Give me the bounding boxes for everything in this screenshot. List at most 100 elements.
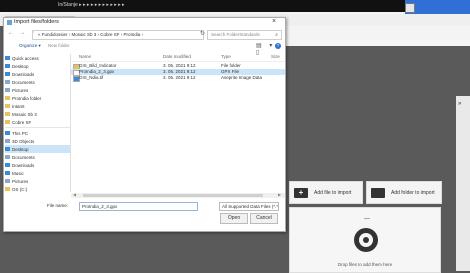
sidebar-item[interactable]: Cobre SF	[5, 118, 71, 126]
folder-icon	[371, 187, 385, 198]
scroll-left-icon[interactable]: ◀	[73, 192, 76, 197]
add-folder-button[interactable]: Add folder to import	[366, 181, 442, 204]
sidebar-item[interactable]: ProIndia folder	[5, 94, 71, 102]
music-icon	[5, 171, 10, 175]
sidebar-item[interactable]: This PC	[5, 129, 71, 137]
sidebar-item-label: Documents	[12, 154, 35, 160]
sidebar-item-label: Downloads	[12, 71, 35, 77]
dialog-buttons: Open Cancel	[4, 213, 285, 224]
sidebar-item-label: Intamt	[12, 103, 25, 109]
folder-icon	[5, 104, 10, 108]
add-file-label: Add file to import	[314, 189, 352, 196]
browser-titlebar: In/Stanje ▸ ▸ ▸ ▸ ▸ ▸ ▸ ▸ ▸ ▸ ▸ ▸	[0, 0, 405, 12]
sidebar-item-label: This PC	[12, 130, 29, 136]
desktop-icon	[5, 147, 10, 151]
address-bar[interactable]: « Fundidossier › Mosaic Sb 3 › Cobre SF …	[32, 30, 204, 40]
sidebar-item[interactable]: Documents	[5, 78, 71, 86]
sidebar-item-label: Quick access	[12, 55, 39, 61]
desktop-icon	[5, 64, 10, 68]
help-icon[interactable]: ?	[275, 43, 281, 49]
download-icon	[5, 72, 10, 76]
new-folder-button[interactable]: New folder	[48, 43, 70, 48]
navigation-bar: ← → ↑ « Fundidossier › Mosaic Sb 3 › Cob…	[4, 29, 285, 40]
sidebar-item[interactable]: Mosaic Sb 3	[5, 110, 71, 118]
folder-icon	[5, 120, 10, 124]
open-button[interactable]: Open	[220, 213, 248, 224]
sidebar-item-label: ProIndia folder	[12, 95, 42, 101]
column-date[interactable]: Date modified	[163, 54, 191, 59]
sidebar-item[interactable]: Pictures	[5, 177, 71, 185]
filename-input[interactable]: ProIndia_2_3.gpx	[79, 202, 198, 211]
sidebar-item[interactable]: Pictures	[5, 86, 71, 94]
filetype-select[interactable]: All Supported Data Files (*.*)	[219, 202, 279, 211]
add-folder-label: Add folder to import	[391, 189, 435, 196]
search-input[interactable]: Search FolderStandards ⌕	[207, 30, 282, 40]
dialog-titlebar: Import files/folders ×	[4, 18, 285, 28]
sidebar-item[interactable]: Desktop	[5, 62, 71, 70]
taskbar-button[interactable]	[405, 3, 415, 13]
file-list: Name Date modified Type Size GIS_Bild_In…	[71, 53, 285, 193]
sidebar-item-label: Mosaic Sb 3	[12, 111, 37, 117]
file-name: GIS_Ndia.tif	[79, 75, 104, 80]
app-header-area	[285, 26, 470, 46]
scrollbar-thumb[interactable]	[83, 194, 263, 197]
sidebar-item[interactable]: OS (C:)	[5, 185, 71, 193]
star-icon	[5, 56, 10, 60]
sidebar-item[interactable]: Downloads	[5, 70, 71, 78]
file-type: Aseprite Image Data	[221, 75, 263, 80]
file-row[interactable]: GIS_Ndia.tif 3. 05. 2021 9:12 Aseprite Ima…	[71, 75, 285, 82]
sidebar-item-label: OS (C:)	[12, 186, 28, 192]
sidebar-item[interactable]: Documents	[5, 153, 71, 161]
horizontal-scrollbar[interactable]: ◀ ▶	[71, 192, 285, 198]
cancel-button[interactable]: Cancel	[250, 213, 278, 224]
sidebar-item-label: Downloads	[12, 162, 35, 168]
sidebar-item-label: Pictures	[12, 87, 29, 93]
import-file-dialog: Import files/folders × ← → ↑ « Fundidoss…	[3, 17, 286, 232]
organize-button[interactable]: Organize ▾	[19, 43, 41, 49]
sidebar-item[interactable]: 3D Objects	[5, 137, 71, 145]
add-file-button[interactable]: + Add file to import	[289, 181, 363, 204]
drive-icon	[5, 187, 10, 191]
sidebar-item[interactable]: Desktop	[5, 145, 71, 153]
sidebar-item-label: 3D Objects	[12, 138, 35, 144]
folder-icon	[5, 96, 10, 100]
app-icon	[7, 20, 12, 25]
magnifier-icon: ⌕	[275, 32, 278, 38]
download-icon	[5, 163, 10, 167]
folder-icon	[5, 112, 10, 116]
file-list-header: Name Date modified Type Size	[71, 53, 285, 62]
scroll-right-icon[interactable]: ▶	[278, 192, 281, 197]
close-icon[interactable]: ×	[272, 18, 276, 25]
document-icon	[5, 155, 10, 159]
filename-label: File name:	[47, 203, 69, 208]
dialog-title: Import files/folders	[14, 19, 59, 25]
sidebar-item[interactable]: Downloads	[5, 161, 71, 169]
sidebar-item[interactable]: Music	[5, 169, 71, 177]
expand-icon[interactable]: »	[458, 101, 461, 107]
drop-zone-text: Drop files to add them here	[337, 262, 393, 267]
plus-icon: +	[294, 187, 308, 198]
refresh-icon[interactable]: ↻	[200, 30, 205, 37]
sidebar-separator	[5, 127, 70, 128]
sidebar-item[interactable]: Intamt	[5, 102, 71, 110]
drop-zone[interactable]: Drop files to add them here	[289, 207, 441, 273]
sidebar-item-label: Documents	[12, 79, 35, 85]
file-date: 3. 05. 2021 9:12	[163, 75, 196, 80]
picture-icon	[5, 179, 10, 183]
picture-icon	[5, 88, 10, 92]
sidebar-item-label: Desktop	[12, 63, 29, 69]
window-title: In/Stanje ▸ ▸ ▸ ▸ ▸ ▸ ▸ ▸ ▸ ▸ ▸ ▸	[58, 2, 125, 8]
column-name[interactable]: Name	[79, 54, 91, 59]
divider	[364, 218, 370, 219]
pc-icon	[5, 131, 10, 135]
sidebar-item-label: Cobre SF	[12, 119, 32, 125]
column-type[interactable]: Type	[221, 54, 231, 59]
sidebar-item[interactable]: Quick access	[5, 54, 71, 62]
search-placeholder: Search FolderStandards	[211, 32, 260, 37]
top-window-bar: In/Stanje ▸ ▸ ▸ ▸ ▸ ▸ ▸ ▸ ▸ ▸ ▸ ▸	[0, 0, 470, 14]
sidebar-item-label: Music	[12, 170, 24, 176]
column-size[interactable]: Size	[271, 54, 280, 59]
cube-icon	[5, 139, 10, 143]
taskbar-strip	[405, 0, 470, 14]
command-bar: Organize ▾ New folder ▤ ▾ ▯ ?	[4, 42, 285, 56]
